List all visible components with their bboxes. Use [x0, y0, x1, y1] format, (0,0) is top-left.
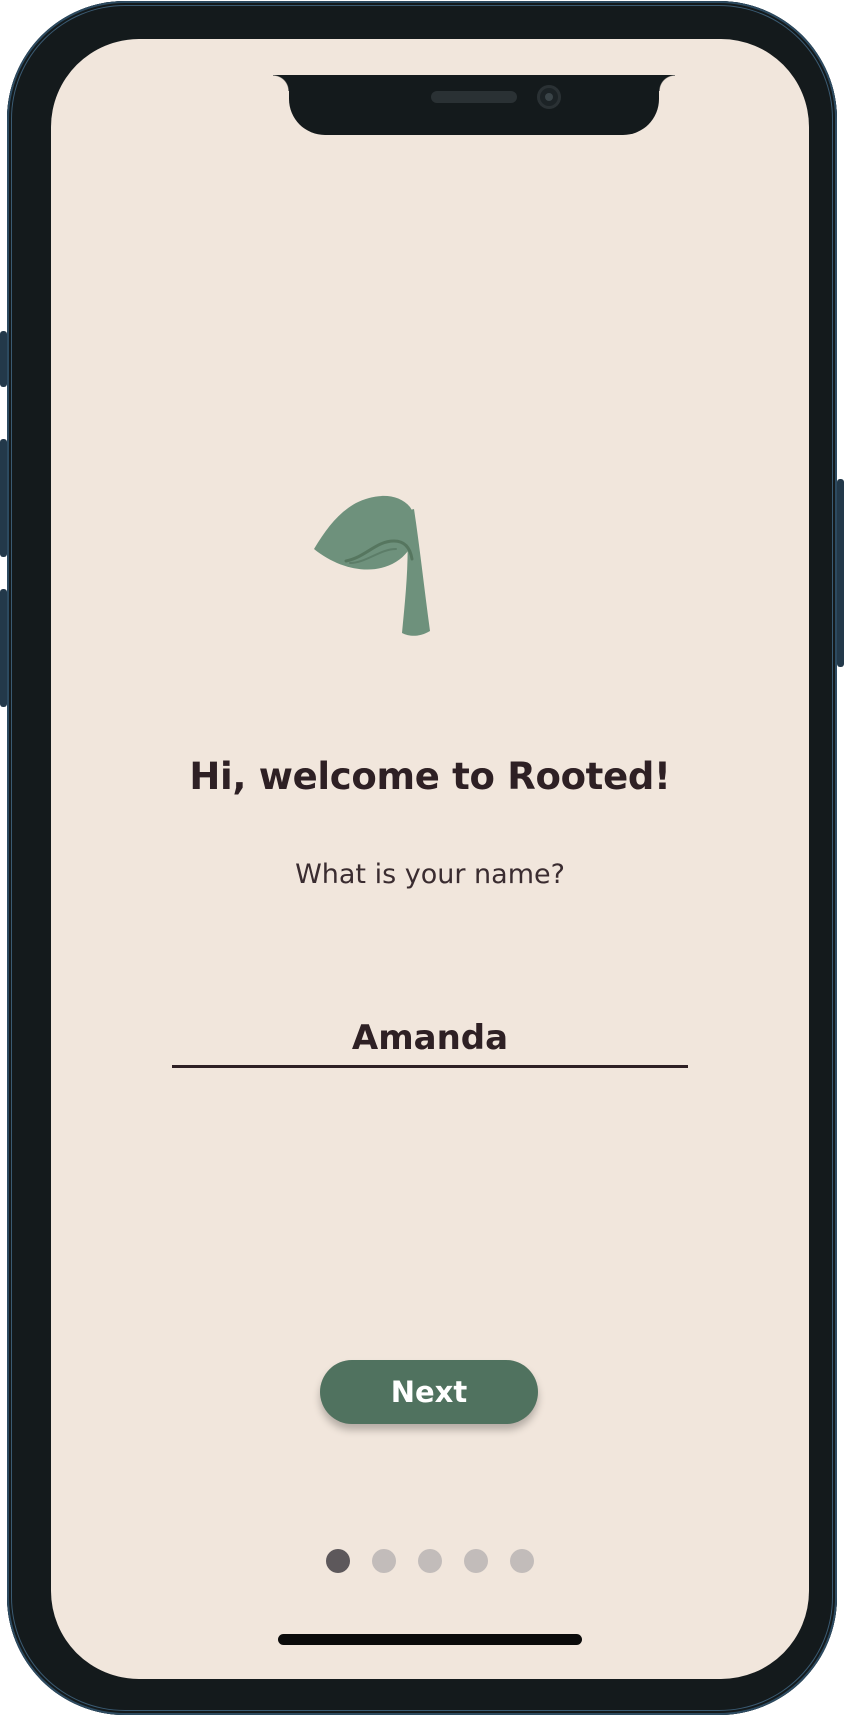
next-button[interactable]: Next: [320, 1360, 538, 1424]
app-screen: Hi, welcome to Rooted! What is your name…: [51, 39, 809, 1679]
volume-up-button: [0, 439, 7, 557]
front-camera: [537, 85, 561, 109]
silent-switch: [0, 331, 7, 387]
page-dot-5[interactable]: [510, 1549, 534, 1573]
page-indicator: [51, 1549, 809, 1573]
welcome-title: Hi, welcome to Rooted!: [189, 755, 671, 798]
name-question: What is your name?: [295, 859, 565, 890]
page-dot-4[interactable]: [464, 1549, 488, 1573]
page-dot-2[interactable]: [372, 1549, 396, 1573]
phone-frame: Hi, welcome to Rooted! What is your name…: [0, 1, 844, 1715]
power-button: [837, 479, 844, 667]
notch: [273, 75, 675, 135]
leaf-sprout-icon: [314, 495, 430, 636]
volume-down-button: [0, 589, 7, 707]
page-dot-1[interactable]: [326, 1549, 350, 1573]
page-dot-3[interactable]: [418, 1549, 442, 1573]
speaker-grille: [431, 91, 517, 103]
name-input[interactable]: [172, 1011, 688, 1068]
home-indicator[interactable]: [278, 1634, 582, 1645]
